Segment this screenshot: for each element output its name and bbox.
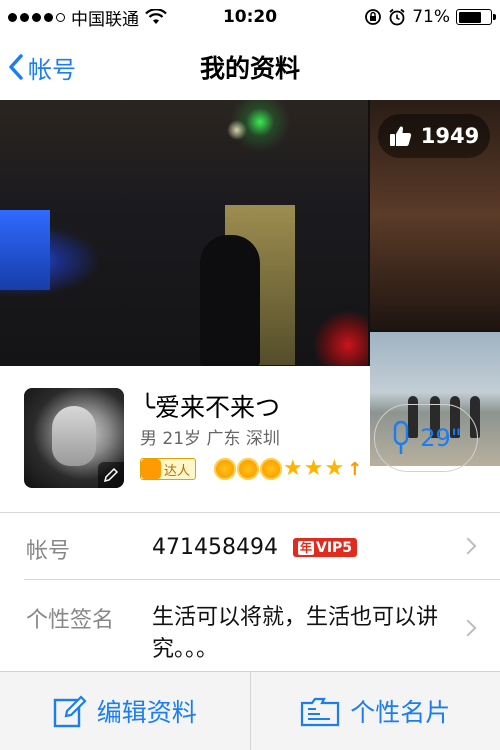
photo-main[interactable] (0, 100, 368, 366)
sun-level-icon (260, 458, 283, 480)
vip-badge-prefix: 年 (297, 541, 314, 555)
wifi-icon (145, 9, 167, 24)
alarm-icon (389, 8, 405, 26)
profile-card-button[interactable]: 个性名片 (251, 672, 500, 750)
carrier-name: 中国联通 (71, 9, 139, 30)
badges: 达人 ★ ★ ★ ↑ (140, 458, 362, 480)
vip-badge-label: VIP5 (316, 540, 353, 556)
thumbs-up-icon (389, 126, 411, 146)
vip-badge[interactable]: 年 VIP5 (292, 538, 358, 557)
star-level-icon: ★ (324, 456, 345, 481)
account-row[interactable]: 帐号 471458494 年 VIP5 (0, 513, 500, 579)
pencil-icon (103, 467, 119, 483)
daren-badge[interactable]: 达人 (140, 458, 197, 480)
profile-header: ╰爱来不来つ 男 21岁 广东 深圳 达人 ★ ★ ★ ↑ 29" (0, 366, 500, 512)
medal-icon (141, 459, 161, 479)
sun-level-icon (237, 458, 260, 480)
nickname: ╰爱来不来つ (140, 393, 281, 422)
like-count: 1949 (420, 124, 480, 148)
edit-icon (53, 695, 87, 728)
level-icons[interactable]: ★ ★ ★ ↑ (214, 458, 362, 480)
signal-dots-icon (8, 12, 65, 22)
status-bar: 中国联通 10:20 71% (0, 0, 500, 34)
nav-bar: 帐号 我的资料 (0, 34, 500, 100)
battery-icon (456, 9, 496, 25)
account-value-wrap: 471458494 年 VIP5 (152, 535, 358, 560)
edit-avatar-button[interactable] (98, 462, 124, 488)
star-level-icon: ★ (283, 456, 303, 481)
account-number: 471458494 (152, 535, 278, 560)
level-up-arrow-icon: ↑ (347, 458, 363, 480)
chevron-right-icon (459, 619, 477, 637)
account-label: 帐号 (26, 539, 71, 564)
status-right: 71% (364, 7, 496, 27)
back-button[interactable]: 帐号 (8, 34, 76, 100)
profile-card-label: 个性名片 (350, 698, 451, 727)
chevron-left-icon (9, 54, 23, 80)
profile-card-icon (301, 697, 340, 727)
voice-duration: 29" (420, 424, 462, 452)
microphone-icon (394, 420, 409, 454)
rotation-lock-icon (365, 9, 382, 25)
star-level-icon: ★ (303, 456, 324, 481)
bottom-toolbar: 编辑资料 个性名片 (0, 671, 500, 750)
voice-intro-button[interactable]: 29" (374, 404, 478, 472)
battery-fill (458, 11, 481, 23)
daren-badge-label: 达人 (164, 463, 191, 479)
edit-profile-label: 编辑资料 (96, 698, 197, 727)
signature-value: 生活可以将就，生活也可以讲究。。。 (152, 605, 439, 662)
photo-wall: 1949 (0, 100, 500, 466)
status-left: 中国联通 (8, 5, 167, 30)
avatar[interactable] (24, 388, 124, 488)
like-button[interactable]: 1949 (378, 114, 490, 158)
page-title: 我的资料 (199, 54, 300, 83)
chevron-right-icon (459, 537, 477, 555)
edit-profile-button[interactable]: 编辑资料 (0, 672, 250, 750)
signature-row[interactable]: 个性签名 生活可以将就，生活也可以讲究。。。 (0, 580, 500, 671)
basic-info: 男 21岁 广东 深圳 (140, 429, 280, 449)
sun-level-icon (214, 458, 237, 480)
battery-percent: 71% (412, 7, 450, 27)
back-button-label: 帐号 (28, 55, 76, 84)
signature-label: 个性签名 (26, 608, 115, 633)
